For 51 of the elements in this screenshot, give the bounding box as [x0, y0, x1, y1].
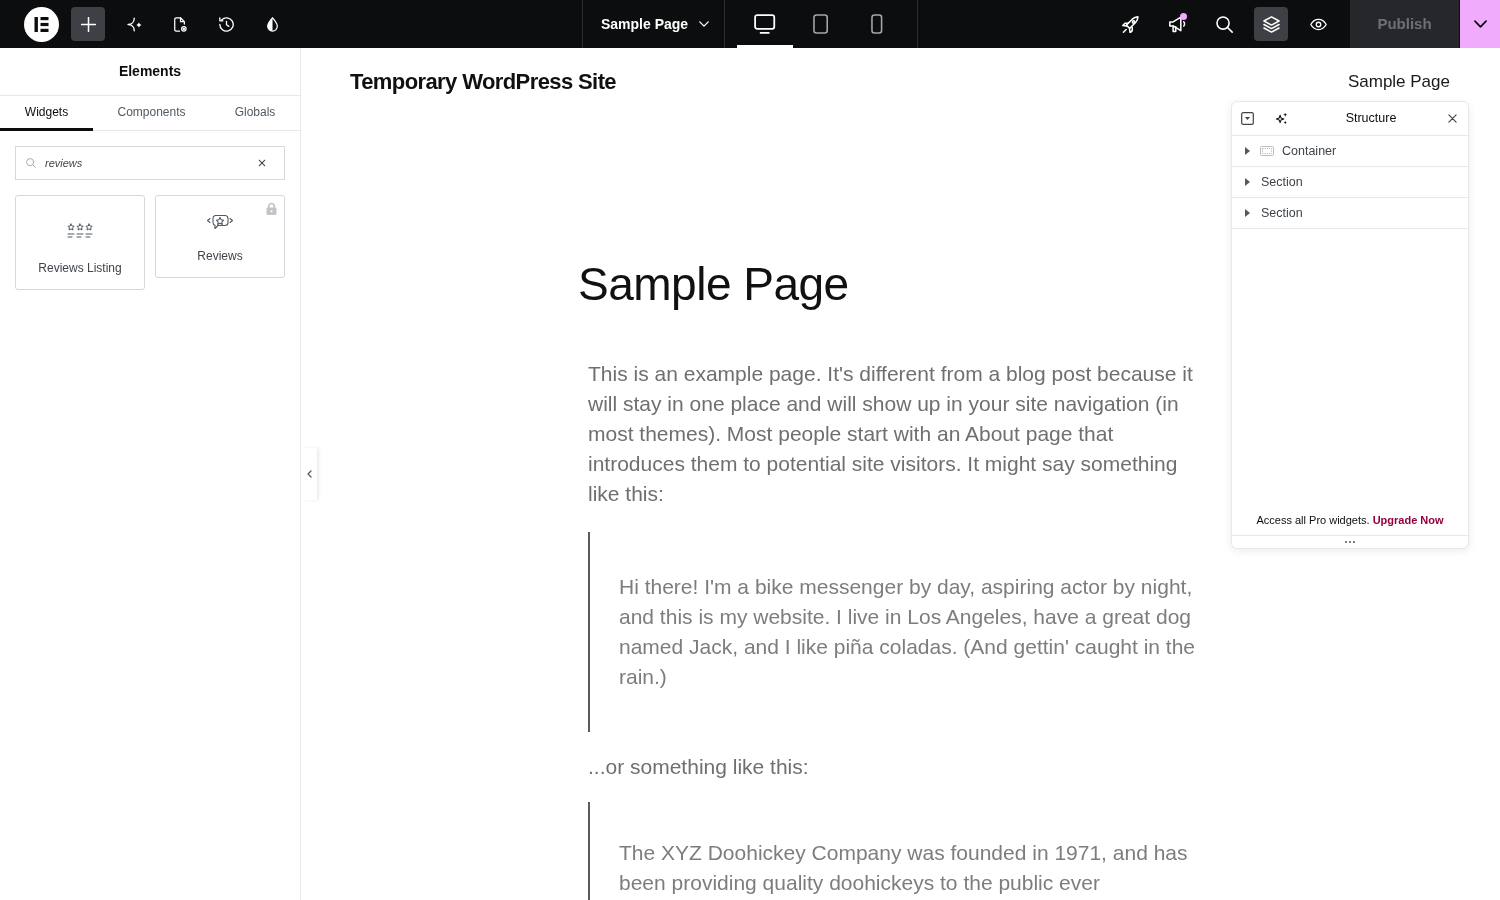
- star-speech-bubble-icon: [206, 212, 234, 232]
- nav-link[interactable]: Sample Page: [1347, 70, 1450, 94]
- page-heading: Sample Page: [578, 257, 850, 312]
- stars-list-icon: [66, 223, 94, 239]
- collapse-panel-icon[interactable]: [1241, 112, 1254, 125]
- structure-button[interactable]: [1254, 7, 1288, 41]
- widget-card[interactable]: Reviews: [155, 195, 285, 278]
- structure-item[interactable]: Container: [1232, 136, 1468, 167]
- chevron-left-icon: [306, 470, 312, 478]
- document-gear-icon: [172, 16, 188, 32]
- megaphone-icon: [1168, 15, 1186, 33]
- sparkle-icon[interactable]: [1275, 112, 1288, 125]
- chevron-down-icon: [1473, 20, 1487, 28]
- container-icon: [1260, 146, 1274, 156]
- panel-title: Elements: [118, 62, 182, 81]
- panel-tab[interactable]: Globals: [210, 96, 300, 131]
- body-paragraph: ...or something like this:: [588, 754, 810, 780]
- tablet-icon: [813, 14, 829, 34]
- add-element-button[interactable]: [71, 7, 105, 41]
- upgrade-notice: Access all Pro widgets. Upgrade Now: [1255, 513, 1445, 528]
- body-paragraph: This is an example page. It's different from a blog post because it will stay in one place and will show up in your site navigation (in most themes). Most people start with an About page that introduces them to potential site visitors. It might say something like this:: [588, 361, 1194, 507]
- plus-icon: [80, 16, 96, 32]
- close-icon[interactable]: [1448, 114, 1457, 123]
- sparkle-icon: [126, 16, 142, 32]
- phone-icon: [871, 14, 883, 34]
- monitor-icon: [754, 14, 776, 34]
- panel-title: Structure: [1344, 110, 1398, 128]
- drag-handle-icon[interactable]: [1345, 541, 1355, 543]
- caret-right-icon[interactable]: [1245, 209, 1250, 217]
- quote-text: Hi there! I'm a bike messenger by day, aspiring actor by night, and this is my website. I live in Los Angeles, have a great dog named Jack, and I like piña coladas. (And gettin' caught in the rain.): [619, 574, 1197, 690]
- rocket-icon: [1121, 15, 1139, 33]
- structure-item[interactable]: Section: [1232, 167, 1468, 198]
- logo-icon[interactable]: [24, 6, 59, 42]
- panel-tab[interactable]: Components: [93, 96, 210, 131]
- search-icon: [1215, 15, 1233, 33]
- caret-right-icon[interactable]: [1245, 178, 1250, 186]
- clear-icon[interactable]: [258, 159, 266, 167]
- site-title[interactable]: Temporary WordPress Site: [350, 70, 616, 94]
- quote-text: The XYZ Doohickey Company was founded in 1971, and has been providing quality doohickeys to the public ever: [619, 840, 1189, 896]
- history-icon: [218, 16, 234, 32]
- chevron-down-icon: [699, 21, 710, 27]
- structure-item[interactable]: Section: [1232, 198, 1468, 229]
- upgrade-link[interactable]: Upgrade Now: [1372, 514, 1444, 526]
- search-icon: [26, 158, 36, 168]
- caret-right-icon[interactable]: [1245, 147, 1250, 155]
- panel-tab[interactable]: Widgets: [0, 96, 93, 131]
- search-field[interactable]: reviews: [15, 146, 285, 180]
- layers-icon: [1262, 15, 1280, 33]
- widget-card[interactable]: Reviews Listing: [15, 195, 145, 290]
- droplet-icon: [264, 16, 280, 32]
- panel-toggle-button[interactable]: [301, 448, 317, 500]
